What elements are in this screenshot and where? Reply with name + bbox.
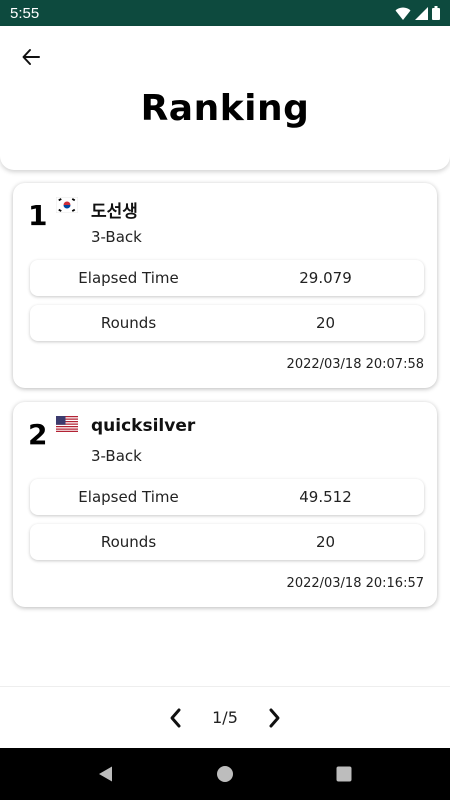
nav-recents-button[interactable] <box>332 762 356 786</box>
united-states-flag-icon <box>56 416 78 432</box>
chevron-left-icon <box>170 708 181 727</box>
triangle-back-icon <box>99 766 112 782</box>
record-date: 2022/03/18 20:07:58 <box>286 357 424 372</box>
elapsed-time-row: Elapsed Time 49.512 <box>30 479 424 515</box>
rounds-row: Rounds 20 <box>30 305 424 341</box>
rounds-value: 20 <box>315 314 336 332</box>
rounds-label: Rounds <box>100 533 157 551</box>
chevron-right-icon <box>269 708 280 727</box>
cell-signal-icon <box>415 6 428 20</box>
battery-icon <box>432 6 440 20</box>
status-icons <box>395 6 440 20</box>
arrow-left-icon <box>22 49 40 65</box>
square-recents-icon <box>336 766 352 782</box>
system-nav-bar <box>0 748 450 800</box>
nav-back-button[interactable] <box>94 762 118 786</box>
next-page-button[interactable] <box>260 704 288 732</box>
rounds-label: Rounds <box>100 314 157 332</box>
elapsed-time-row: Elapsed Time 29.079 <box>30 260 424 296</box>
rank-card: 1 도선생 3-Back Elapsed Time 29.079 Rounds … <box>13 183 437 388</box>
ranking-list: 1 도선생 3-Back Elapsed Time 29.079 Rounds … <box>0 170 450 686</box>
app-header: Ranking <box>0 26 450 170</box>
rank-number: 2 <box>28 418 48 451</box>
south-korea-flag-icon <box>56 197 78 213</box>
record-date: 2022/03/18 20:16:57 <box>286 576 424 591</box>
wifi-icon <box>395 7 411 20</box>
player-name: 도선생 <box>91 202 138 222</box>
pagination: 1/5 <box>0 686 450 748</box>
previous-page-button[interactable] <box>162 704 190 732</box>
game-mode: 3-Back <box>91 447 142 465</box>
page-title: Ranking <box>140 88 310 129</box>
nav-home-button[interactable] <box>213 762 237 786</box>
rounds-row: Rounds 20 <box>30 524 424 560</box>
elapsed-time-label: Elapsed Time <box>78 488 179 506</box>
rounds-value: 20 <box>315 533 336 551</box>
player-name: quicksilver <box>91 416 196 436</box>
rank-number: 1 <box>28 199 48 232</box>
rank-card: 2 quicksilver 3-Back Elapsed Time 49.512… <box>13 402 437 607</box>
page-indicator: 1/5 <box>212 708 238 727</box>
elapsed-time-label: Elapsed Time <box>78 269 179 287</box>
status-time: 5:55 <box>10 4 40 22</box>
circle-home-icon <box>217 766 233 782</box>
back-button[interactable] <box>16 42 46 72</box>
elapsed-time-value: 29.079 <box>299 269 352 287</box>
status-bar: 5:55 <box>0 0 450 26</box>
elapsed-time-value: 49.512 <box>299 488 352 506</box>
game-mode: 3-Back <box>91 228 142 246</box>
